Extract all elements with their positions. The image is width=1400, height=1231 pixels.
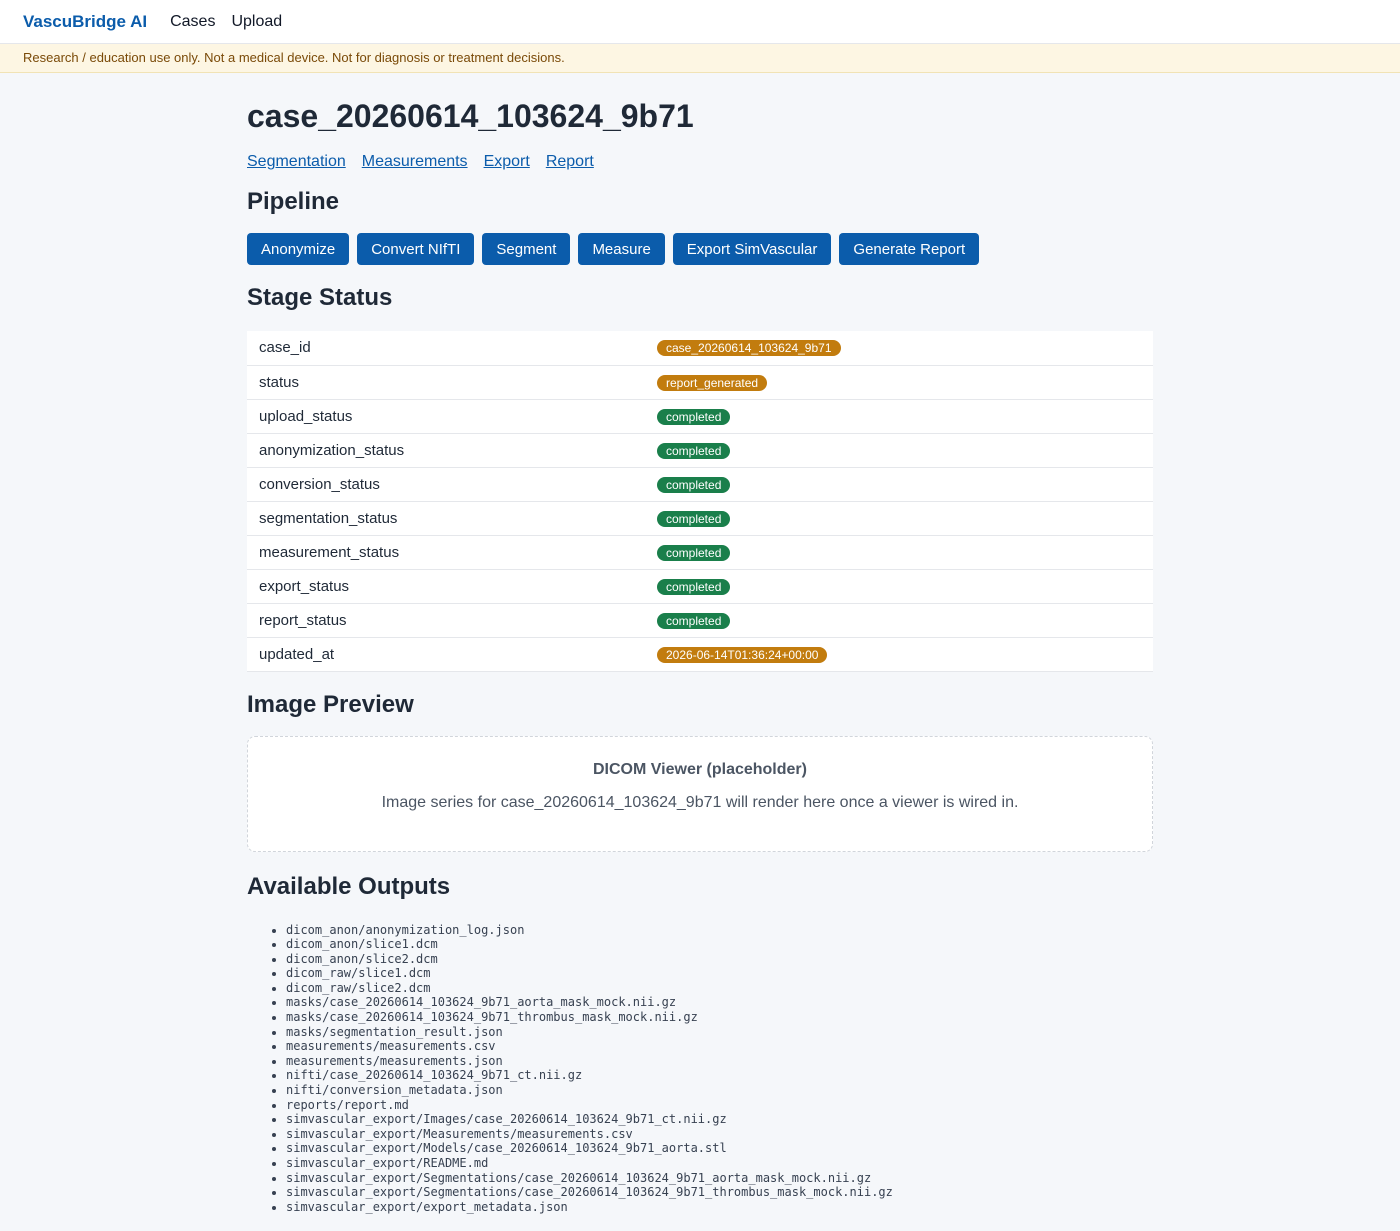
viewer-text: Image series for case_20260614_103624_9b… — [381, 793, 1019, 811]
status-value-cell: case_20260614_103624_9b71 — [645, 331, 1153, 366]
stage-status-heading: Stage Status — [247, 284, 393, 311]
tab-report[interactable]: Report — [546, 153, 594, 171]
case-tabs: Segmentation Measurements Export Report — [247, 153, 1153, 171]
table-row: status report_generated — [247, 365, 1153, 400]
pipeline-heading: Pipeline — [247, 188, 340, 215]
output-file-item: nifti/case_20260614_103624_9b71_ct.nii.g… — [286, 1068, 1153, 1083]
status-value-cell: completed — [645, 399, 1153, 434]
status-key: export_status — [247, 569, 645, 604]
status-badge: completed — [657, 476, 731, 493]
table-row: updated_at 2026-06-14T01:36:24+00:00 — [247, 637, 1153, 672]
output-file-item: simvascular_export/export_metadata.json — [286, 1200, 1153, 1215]
status-key: anonymization_status — [247, 433, 645, 468]
top-navbar: VascuBridge AI Cases Upload — [0, 0, 1400, 44]
status-value-cell: completed — [645, 535, 1153, 570]
brand-logo[interactable]: VascuBridge AI — [23, 12, 147, 32]
status-key: case_id — [247, 331, 645, 366]
stage-status-table: case_id case_20260614_103624_9b71status re… — [247, 331, 1153, 672]
status-badge: case_20260614_103624_9b71 — [657, 340, 841, 357]
status-key: segmentation_status — [247, 501, 645, 536]
output-file-item: simvascular_export/README.md — [286, 1156, 1153, 1171]
output-file-item: dicom_anon/anonymization_log.json — [286, 923, 1153, 938]
output-file-item: masks/case_20260614_103624_9b71_aorta_ma… — [286, 995, 1153, 1010]
table-row: report_status completed — [247, 603, 1153, 638]
table-row: anonymization_status completed — [247, 433, 1153, 468]
output-file-item: simvascular_export/Measurements/measurem… — [286, 1127, 1153, 1142]
output-file-item: measurements/measurements.csv — [286, 1039, 1153, 1054]
output-file-item: simvascular_export/Images/case_20260614_… — [286, 1112, 1153, 1127]
tab-measurements[interactable]: Measurements — [362, 153, 468, 171]
status-value-cell: 2026-06-14T01:36:24+00:00 — [645, 637, 1153, 672]
output-file-item: nifti/conversion_metadata.json — [286, 1083, 1153, 1098]
status-badge: completed — [657, 544, 731, 561]
output-file-item: dicom_raw/slice1.dcm — [286, 966, 1153, 981]
anonymize-button[interactable]: Anonymize — [247, 233, 350, 265]
status-badge: report_generated — [657, 374, 768, 391]
status-key: upload_status — [247, 399, 645, 434]
image-preview-heading: Image Preview — [247, 690, 414, 718]
status-badge: 2026-06-14T01:36:24+00:00 — [657, 646, 828, 663]
generate-report-button[interactable]: Generate Report — [839, 233, 980, 265]
status-key: updated_at — [247, 637, 645, 672]
export-simvascular-button[interactable]: Export SimVascular — [672, 233, 832, 265]
status-value-cell: completed — [645, 433, 1153, 468]
available-outputs-heading: Available Outputs — [247, 872, 451, 900]
status-value-cell: completed — [645, 467, 1153, 502]
status-key: status — [247, 365, 645, 400]
tab-export[interactable]: Export — [484, 153, 530, 171]
table-row: case_id case_20260614_103624_9b71 — [247, 331, 1153, 366]
status-value-cell: completed — [645, 501, 1153, 536]
output-file-item: simvascular_export/Segmentations/case_20… — [286, 1171, 1153, 1186]
dicom-viewer-placeholder: DICOM Viewer (placeholder) Image series … — [247, 735, 1153, 852]
output-file-item: masks/segmentation_result.json — [286, 1025, 1153, 1040]
outputs-file-list: dicom_anon/anonymization_log.jsondicom_a… — [247, 923, 1153, 1215]
output-file-item: dicom_raw/slice2.dcm — [286, 981, 1153, 996]
status-badge: completed — [657, 510, 731, 527]
viewer-title: DICOM Viewer (placeholder) — [593, 760, 807, 778]
status-badge: completed — [657, 578, 731, 595]
status-key: report_status — [247, 603, 645, 638]
status-value-cell: report_generated — [645, 365, 1153, 400]
output-file-item: reports/report.md — [286, 1098, 1153, 1113]
output-file-item: simvascular_export/Models/case_20260614_… — [286, 1141, 1153, 1156]
table-row: segmentation_status completed — [247, 501, 1153, 536]
status-key: conversion_status — [247, 467, 645, 502]
nav-link-cases[interactable]: Cases — [170, 13, 215, 31]
table-row: conversion_status completed — [247, 467, 1153, 502]
output-file-item: dicom_anon/slice1.dcm — [286, 937, 1153, 952]
main-content: case_20260614_103624_9b71 Segmentation M… — [247, 73, 1153, 1214]
status-key: measurement_status — [247, 535, 645, 570]
status-badge: completed — [657, 442, 731, 459]
tab-segmentation[interactable]: Segmentation — [247, 153, 346, 171]
nav-link-upload[interactable]: Upload — [231, 13, 282, 31]
measure-button[interactable]: Measure — [578, 233, 665, 265]
output-file-item: masks/case_20260614_103624_9b71_thrombus… — [286, 1010, 1153, 1025]
output-file-item: simvascular_export/Segmentations/case_20… — [286, 1185, 1153, 1200]
status-value-cell: completed — [645, 569, 1153, 604]
page-title: case_20260614_103624_9b71 — [247, 98, 694, 134]
disclaimer-banner: Research / education use only. Not a med… — [0, 44, 1400, 73]
output-file-item: dicom_anon/slice2.dcm — [286, 952, 1153, 967]
status-badge: completed — [657, 408, 731, 425]
convert-nifti-button[interactable]: Convert NIfTI — [357, 233, 475, 265]
status-value-cell: completed — [645, 603, 1153, 638]
table-row: measurement_status completed — [247, 535, 1153, 570]
table-row: upload_status completed — [247, 399, 1153, 434]
table-row: export_status completed — [247, 569, 1153, 604]
segment-button[interactable]: Segment — [482, 233, 571, 265]
pipeline-buttons: Anonymize Convert NIfTI Segment Measure … — [247, 233, 1153, 265]
status-badge: completed — [657, 612, 731, 629]
output-file-item: measurements/measurements.json — [286, 1054, 1153, 1069]
